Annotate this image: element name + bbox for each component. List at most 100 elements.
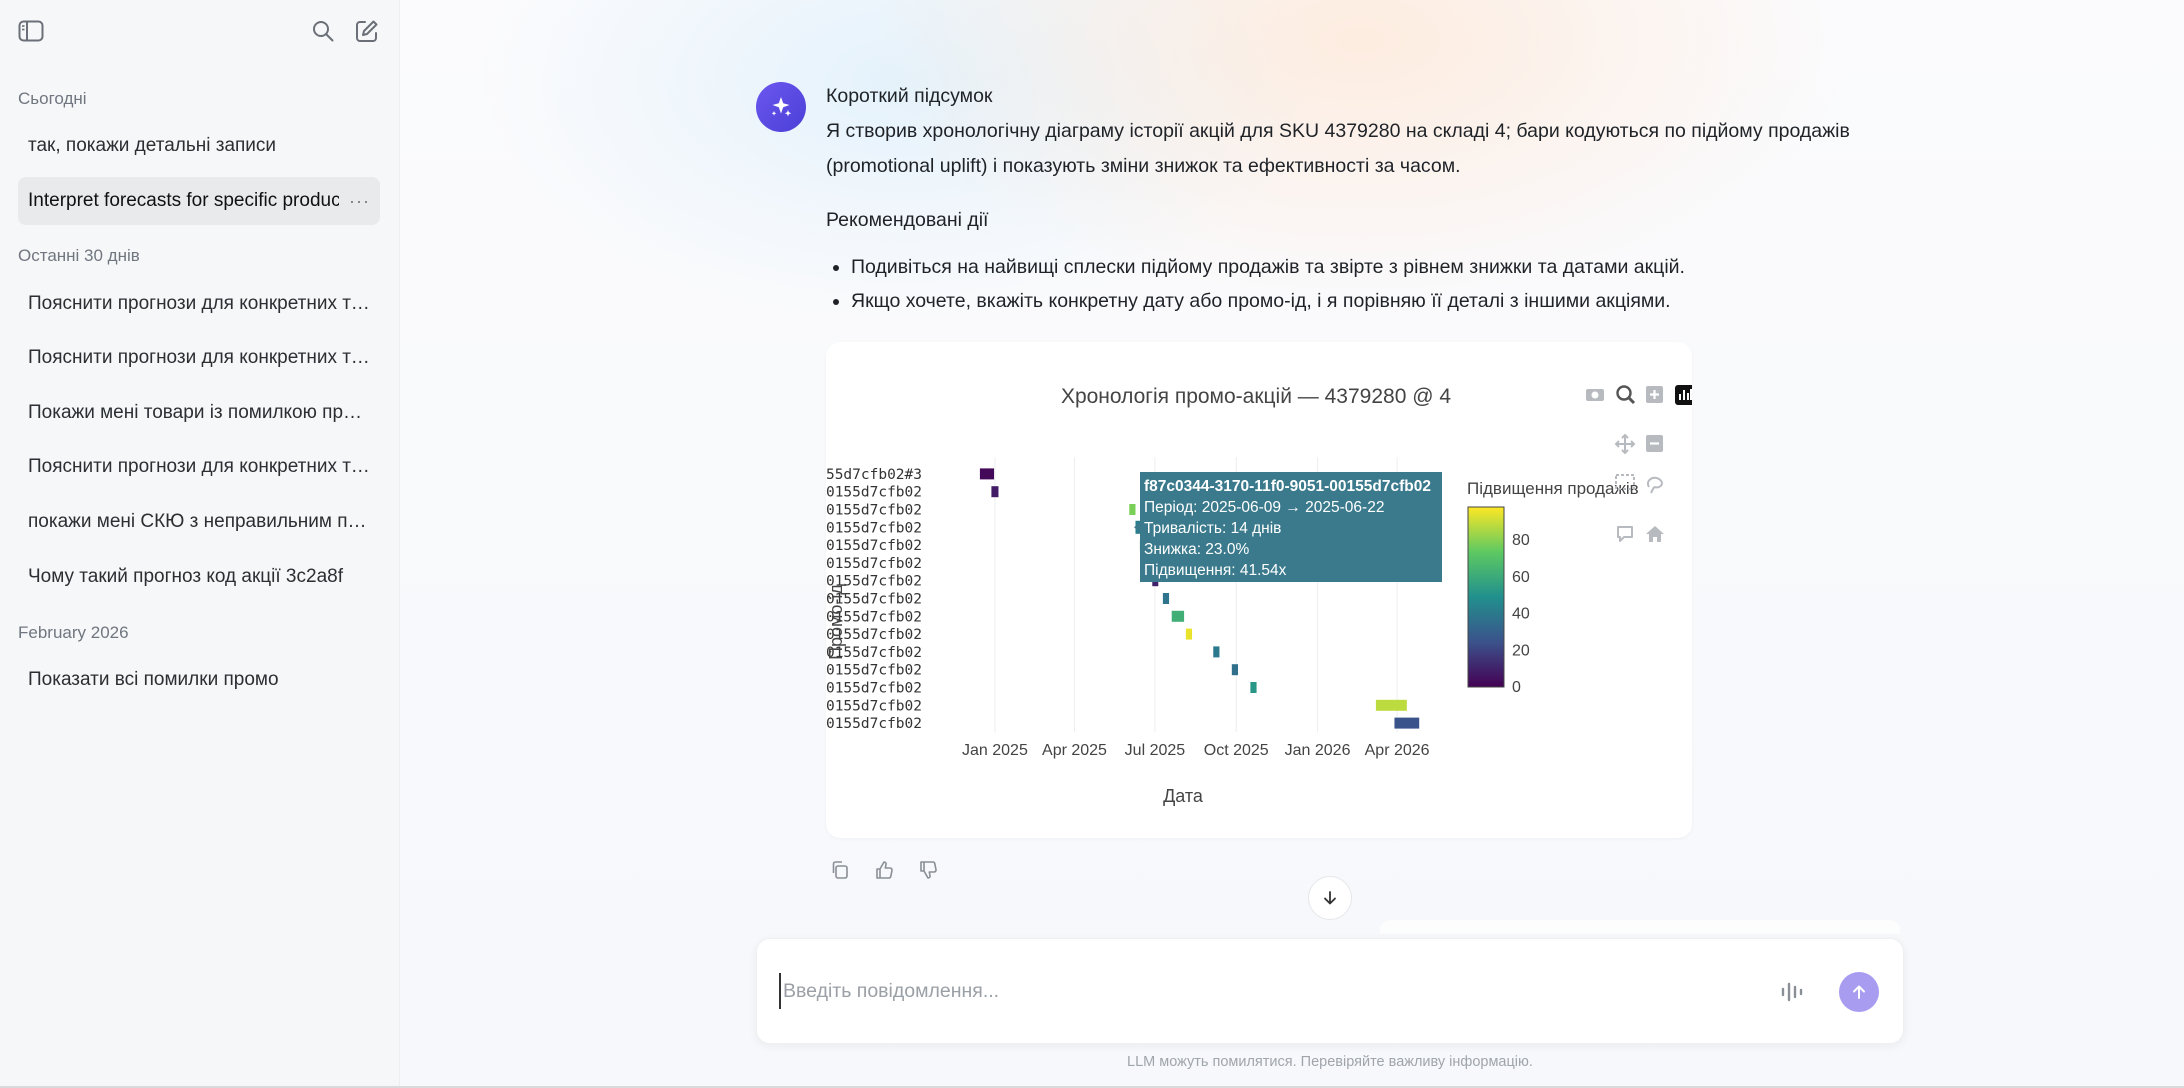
pan-arrows bbox=[1614, 433, 1636, 455]
sidebar-chat-item[interactable]: Пояснити прогнози для конкретних товарів bbox=[18, 280, 380, 328]
timeline-bar bbox=[1375, 699, 1407, 711]
arrow-down-icon bbox=[1324, 891, 1336, 905]
timeline-bar bbox=[1162, 593, 1170, 604]
lasso-path bbox=[1647, 476, 1663, 494]
sidebar-chat-item-active[interactable]: Interpret forecasts for specific product… bbox=[18, 177, 380, 225]
send-button[interactable] bbox=[1839, 972, 1879, 1012]
x-tick-labels: Jan 2025 Apr 2025 Jul 2025 Oct 2025 Jan 2026… bbox=[962, 742, 1430, 759]
sidebar-chat-item[interactable]: так, покажи детальні записи bbox=[18, 122, 380, 170]
list-item: Подивіться на найвищі сплески підйому пр… bbox=[826, 250, 1886, 284]
plotly-logo-icon bbox=[1675, 385, 1692, 405]
colorbar: Підвищення продажів 0 20 40 60 80 bbox=[1467, 479, 1639, 696]
colorbar-tick-label: 20 bbox=[1512, 642, 1530, 659]
chat-main: Короткий підсумок Я створив хронологічну… bbox=[400, 0, 2184, 1088]
sidebar-chat-item[interactable]: Пояснити прогнози для конкретних товарів bbox=[18, 334, 380, 382]
disclaimer: LLM можуть помилятися. Перевіряйте важли… bbox=[1127, 1054, 1533, 1070]
y-tick-label: 0155d7cfb02 bbox=[826, 681, 922, 697]
voice-input-button[interactable] bbox=[1775, 974, 1811, 1010]
chart-tooltip: f87c0344-3170-11f0-9051-00155d7cfb02 Пері… bbox=[1134, 472, 1442, 582]
sidebar-top-bar bbox=[16, 16, 383, 46]
composer-shadow bbox=[1380, 920, 1900, 934]
scroll-down-button[interactable] bbox=[1308, 876, 1352, 920]
sidebar-chat-item[interactable]: Пояснити прогнози для конкретних товарів bbox=[18, 443, 380, 491]
colorbar-tick-label: 80 bbox=[1512, 532, 1530, 549]
timeline-bar bbox=[1213, 646, 1220, 658]
timeline-bar bbox=[1394, 717, 1420, 729]
more-options-icon[interactable]: ··· bbox=[349, 191, 370, 212]
sidebar: Сьогодні так, покажи детальні записи Int… bbox=[0, 0, 400, 1088]
zoom-icon bbox=[1616, 385, 1636, 405]
thumbs-up-icon[interactable] bbox=[870, 856, 898, 884]
timeline-bar bbox=[991, 486, 999, 498]
chat-item-label: Пояснити прогнози для конкретних товарів bbox=[28, 293, 370, 314]
waveform-icon bbox=[1781, 982, 1803, 1002]
y-tick-label: 0155d7cfb02 bbox=[826, 485, 922, 501]
chart-card: Хронологія промо-акцій — 4379280 @ 4 55d… bbox=[826, 342, 1692, 838]
chart-modebar bbox=[1586, 385, 1692, 542]
y-tick-label: 0155d7cfb02 bbox=[826, 503, 922, 519]
zoom-lens bbox=[1616, 385, 1632, 401]
zoom-out-icon bbox=[1646, 435, 1663, 452]
chart-title: Хронологія промо-акцій — 4379280 @ 4 bbox=[1061, 385, 1451, 408]
new-chat-icon[interactable] bbox=[352, 16, 382, 46]
chat-item-label: Пояснити прогнози для конкретних товарів bbox=[28, 456, 370, 477]
sidebar-section-february-2026: February 2026 bbox=[18, 623, 129, 642]
colorbar-tick-label: 60 bbox=[1512, 569, 1530, 586]
sidebar-chat-item[interactable]: Показати всі помилки промо bbox=[18, 656, 380, 704]
x-tick-label: Apr 2026 bbox=[1365, 742, 1430, 759]
y-axis-title: Промо-ід bbox=[826, 584, 846, 660]
x-tick-label: Jan 2025 bbox=[962, 742, 1028, 759]
summary-title: Короткий підсумок bbox=[826, 85, 993, 107]
chat-item-label: покажи мені СКЮ з неправильним прогнозом bbox=[28, 511, 370, 532]
sidebar-chat-item[interactable]: Чому такий прогноз код акції 3c2a8f bbox=[18, 553, 380, 601]
chat-item-label: так, покажи детальні записи bbox=[28, 135, 277, 156]
search-icon[interactable] bbox=[308, 16, 338, 46]
colorbar-tick-label: 0 bbox=[1512, 679, 1521, 696]
x-tick-label: Jul 2025 bbox=[1125, 742, 1186, 759]
y-tick-label: 0155d7cfb02 bbox=[826, 716, 922, 732]
y-tick-label: 0155d7cfb02 bbox=[826, 663, 922, 679]
camera-lens bbox=[1591, 391, 1599, 399]
x-tick-label: Jan 2026 bbox=[1285, 742, 1351, 759]
arrow-up-icon bbox=[1853, 985, 1865, 999]
pan-icon bbox=[1614, 433, 1636, 455]
timeline-bar bbox=[1231, 664, 1239, 676]
chat-item-label: Пояснити прогнози для конкретних товарів bbox=[28, 347, 370, 368]
x-tick-label: Apr 2025 bbox=[1042, 742, 1107, 759]
y-tick-label: 0155d7cfb02 bbox=[826, 538, 922, 554]
summary-line-1: Я створив хронологічну діаграму історії … bbox=[826, 120, 1850, 142]
chat-item-label: Interpret forecasts for specific product… bbox=[28, 190, 340, 211]
chat-item-label: Чому такий прогноз код акції 3c2a8f bbox=[28, 566, 343, 587]
reset-home-icon bbox=[1646, 526, 1664, 542]
plotly-logo-bar bbox=[1690, 389, 1692, 400]
list-item: Якщо хочете, вкажіть конкретну дату або … bbox=[826, 284, 1886, 318]
y-tick-label: 0155d7cfb02 bbox=[826, 698, 922, 714]
promo-timeline-chart[interactable]: Хронологія промо-акцій — 4379280 @ 4 55d… bbox=[826, 342, 1692, 838]
colorbar-tick-label: 40 bbox=[1512, 606, 1530, 623]
plotly-logo-bar bbox=[1679, 394, 1681, 400]
plotly-logo-bar bbox=[1687, 393, 1689, 400]
zoom-in-icon bbox=[1646, 386, 1663, 403]
copy-icon[interactable] bbox=[826, 856, 854, 884]
sidebar-chat-item[interactable]: покажи мені СКЮ з неправильним прогнозом bbox=[18, 498, 380, 546]
sidebar-chat-item[interactable]: Покажи мені товари із помилкою прогнозу bbox=[18, 389, 380, 437]
recommended-actions-list: Подивіться на найвищі сплески підйому пр… bbox=[826, 250, 1886, 318]
y-tick-label: 55d7cfb02#3 bbox=[826, 467, 922, 483]
timeline-bar bbox=[1129, 504, 1136, 515]
sidebar-toggle-icon[interactable] bbox=[16, 16, 46, 46]
plotly-logo-bar bbox=[1683, 390, 1685, 400]
assistant-avatar bbox=[756, 82, 806, 132]
lasso-icon bbox=[1647, 476, 1663, 494]
colorbar-ticks: 0 20 40 60 80 bbox=[1512, 532, 1530, 696]
x-axis-title: Дата bbox=[1163, 786, 1204, 806]
message-input[interactable] bbox=[779, 973, 1739, 1009]
sidebar-section-today: Сьогодні bbox=[18, 89, 87, 108]
tooltip-line: Підвищення: 41.54x bbox=[1144, 562, 1287, 579]
hover-compare-icon bbox=[1617, 526, 1633, 542]
thumbs-down-icon[interactable] bbox=[914, 856, 942, 884]
tooltip-line: Знижка: 23.0% bbox=[1144, 541, 1249, 558]
timeline-bar bbox=[979, 468, 995, 480]
zoom-handle bbox=[1627, 396, 1636, 405]
tooltip-line: Період: 2025-06-09 → 2025-06-22 bbox=[1144, 499, 1384, 516]
message-composer bbox=[756, 938, 1904, 1044]
